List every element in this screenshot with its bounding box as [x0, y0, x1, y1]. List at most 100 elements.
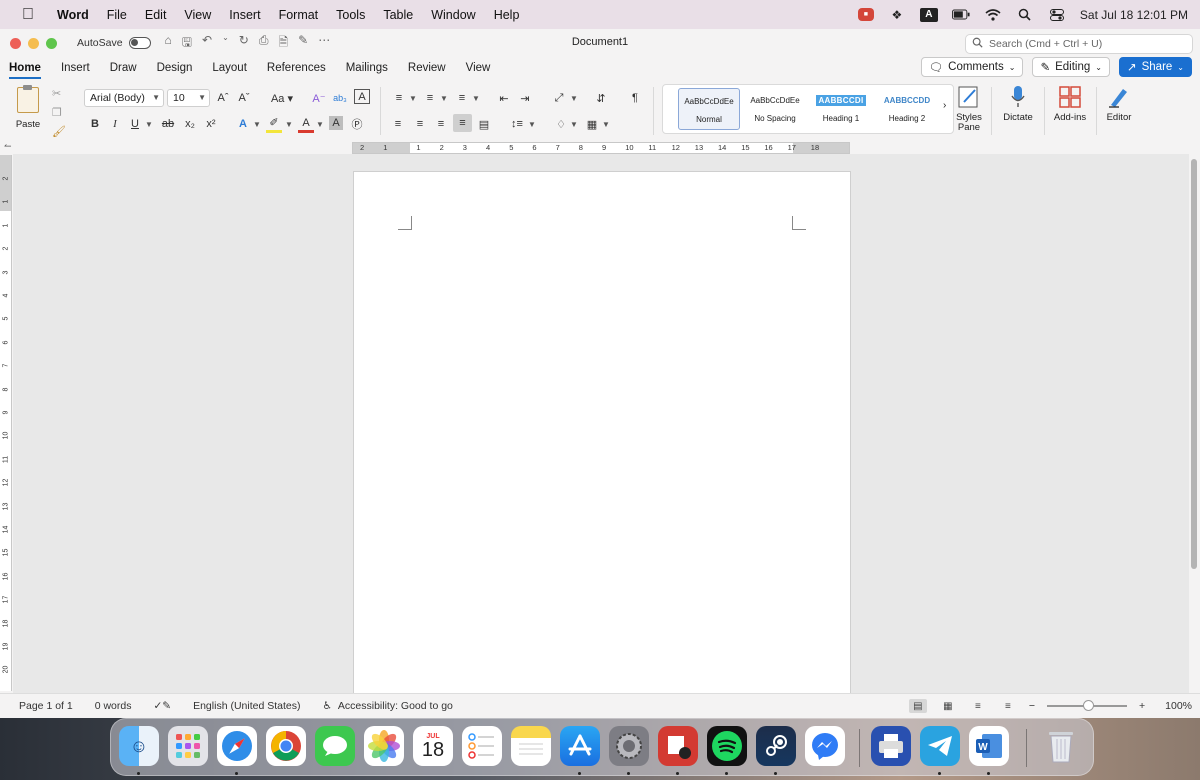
decrease-indent-icon[interactable]: ⇤ [496, 89, 512, 107]
print-icon[interactable]: ⎙ [259, 33, 269, 54]
styles-pane-button[interactable]: Styles Pane [953, 85, 985, 133]
copy-icon[interactable]: ❐ [52, 106, 66, 119]
style-no-spacing[interactable]: AaBbCcDdEe No Spacing [744, 88, 806, 130]
subscript-icon[interactable]: x₂ [182, 115, 198, 133]
chevron-down-icon[interactable]: ⌄ [222, 33, 229, 54]
menu-file[interactable]: File [107, 8, 127, 22]
menu-edit[interactable]: Edit [145, 8, 167, 22]
messenger-icon[interactable] [805, 726, 845, 766]
chevron-down-icon[interactable]: ▼ [315, 115, 325, 133]
dictate-button[interactable]: Dictate [998, 85, 1038, 123]
menu-tools[interactable]: Tools [336, 8, 365, 22]
horizontal-ruler[interactable]: 2 1 1 2 3 4 5 6 7 8 9 10 11 12 13 14 15 16 17 18 [352, 142, 850, 154]
share-button[interactable]: ↗ Share ⌄ [1118, 57, 1192, 77]
scrollbar-thumb[interactable] [1191, 159, 1197, 569]
tab-design[interactable]: Design [157, 62, 193, 74]
chevron-down-icon[interactable]: ▼ [569, 89, 579, 107]
tab-draw[interactable]: Draw [110, 62, 137, 74]
asian-layout-icon[interactable]: ⤢ [550, 89, 568, 107]
chevron-down-icon[interactable]: ▼ [144, 115, 154, 133]
highlight-icon[interactable]: ✐ [266, 115, 282, 133]
menu-app-name[interactable]: Word [57, 8, 89, 22]
chevron-down-icon[interactable]: ▼ [601, 115, 611, 133]
minimize-window-button[interactable] [28, 37, 39, 49]
align-right-icon[interactable]: ≡ [433, 115, 449, 133]
underline-icon[interactable]: U [128, 115, 142, 133]
strikethrough-icon[interactable]: ab [159, 115, 177, 133]
web-layout-view-button[interactable]: ▦ [939, 699, 957, 713]
comments-button[interactable]: 🗨 Comments ⌄ [920, 57, 1024, 77]
format-painter-icon[interactable]: 🖌 [52, 125, 66, 138]
calendar-icon[interactable]: JUL 18 [413, 726, 453, 766]
chevron-down-icon[interactable]: ▼ [284, 115, 294, 133]
tab-references[interactable]: References [267, 62, 326, 74]
menu-insert[interactable]: Insert [229, 8, 260, 22]
menu-table[interactable]: Table [383, 8, 413, 22]
zoom-window-button[interactable] [46, 37, 57, 49]
style-heading-2[interactable]: AABBCCDD Heading 2 [876, 88, 938, 130]
chrome-icon[interactable] [266, 726, 306, 766]
font-color-icon[interactable]: A [298, 115, 314, 133]
spotify-icon[interactable] [707, 726, 747, 766]
input-source-icon[interactable]: A [919, 7, 938, 22]
increase-indent-icon[interactable]: ⇥ [517, 89, 533, 107]
enclose-characters-icon[interactable]: Ⓟ [349, 115, 365, 133]
superscript-icon[interactable]: x² [203, 115, 219, 133]
align-center-icon[interactable]: ≡ [412, 115, 428, 133]
chevron-down-icon[interactable]: ▼ [527, 115, 537, 133]
line-spacing-icon[interactable]: ↕≡ [508, 115, 526, 133]
spotlight-search-icon[interactable] [1016, 8, 1034, 22]
borders-icon[interactable]: ▦ [584, 115, 600, 133]
control-center-icon[interactable] [1048, 8, 1066, 22]
character-shading-icon[interactable]: A [329, 116, 343, 130]
character-border-icon[interactable]: A [354, 89, 370, 104]
dropbox-icon[interactable]: ❖ [888, 8, 906, 22]
print-queue-icon[interactable] [871, 726, 911, 766]
tab-insert[interactable]: Insert [61, 62, 90, 74]
close-window-button[interactable] [10, 37, 21, 49]
proofing-icon[interactable]: ✓✎ [153, 700, 171, 712]
page-count[interactable]: Page 1 of 1 [19, 700, 73, 712]
zoom-slider-handle[interactable] [1083, 700, 1094, 711]
status-app-icon[interactable]: ■ [857, 8, 874, 21]
word-count[interactable]: 0 words [95, 700, 132, 712]
telegram-icon[interactable] [920, 726, 960, 766]
notes-icon[interactable] [511, 726, 551, 766]
distributed-icon[interactable]: ▤ [476, 115, 492, 133]
style-normal[interactable]: AaBbCcDdEe Normal [678, 88, 740, 130]
tab-mailings[interactable]: Mailings [346, 62, 388, 74]
vertical-ruler[interactable]: 2 1 1 2 3 4 5 6 7 8 9 10 11 12 13 14 15 16 17 18 19 20 [0, 155, 12, 691]
menu-view[interactable]: View [184, 8, 211, 22]
tab-selector-icon[interactable]: ↼ [4, 141, 12, 152]
zoom-out-button[interactable]: − [1029, 700, 1035, 712]
trash-icon[interactable] [1041, 726, 1081, 766]
more-icon[interactable]: ⋯ [318, 33, 330, 54]
chevron-right-icon[interactable]: › [943, 100, 946, 111]
vertical-scrollbar[interactable] [1190, 159, 1198, 693]
zoom-slider[interactable] [1047, 700, 1127, 711]
tab-view[interactable]: View [466, 62, 491, 74]
undo-icon[interactable]: ↶ [202, 33, 212, 54]
tab-home[interactable]: Home [9, 62, 41, 79]
phonetic-guide-icon[interactable]: ab₃ [332, 89, 348, 107]
battery-icon[interactable] [951, 8, 970, 22]
new-document-icon[interactable]: 🗎 [278, 33, 288, 54]
accessibility-status[interactable]: ♿ Accessibility: Good to go [322, 700, 452, 712]
chevron-down-icon[interactable]: ▼ [471, 89, 481, 107]
justify-icon[interactable]: ≡ [453, 114, 472, 132]
sort-icon[interactable]: ⇵ [593, 89, 609, 107]
style-heading-1[interactable]: AABBCCDI Heading 1 [810, 88, 872, 130]
font-size-select[interactable]: 10 ▼ [167, 89, 210, 107]
outline-view-button[interactable]: ≡ [969, 699, 987, 713]
text-effects-icon[interactable]: A [235, 115, 251, 133]
tab-layout[interactable]: Layout [212, 62, 247, 74]
safari-icon[interactable] [217, 726, 257, 766]
messages-icon[interactable] [315, 726, 355, 766]
search-input[interactable]: Search (Cmd + Ctrl + U) [965, 34, 1193, 54]
multilevel-list-icon[interactable]: ≡ [453, 89, 471, 107]
cut-icon[interactable]: ✂ [52, 87, 66, 100]
zoom-level[interactable]: 100% [1165, 700, 1192, 712]
wifi-icon[interactable] [984, 8, 1002, 22]
chevron-down-icon[interactable]: ▼ [408, 89, 418, 107]
editor-button[interactable]: Editor [1100, 85, 1138, 123]
